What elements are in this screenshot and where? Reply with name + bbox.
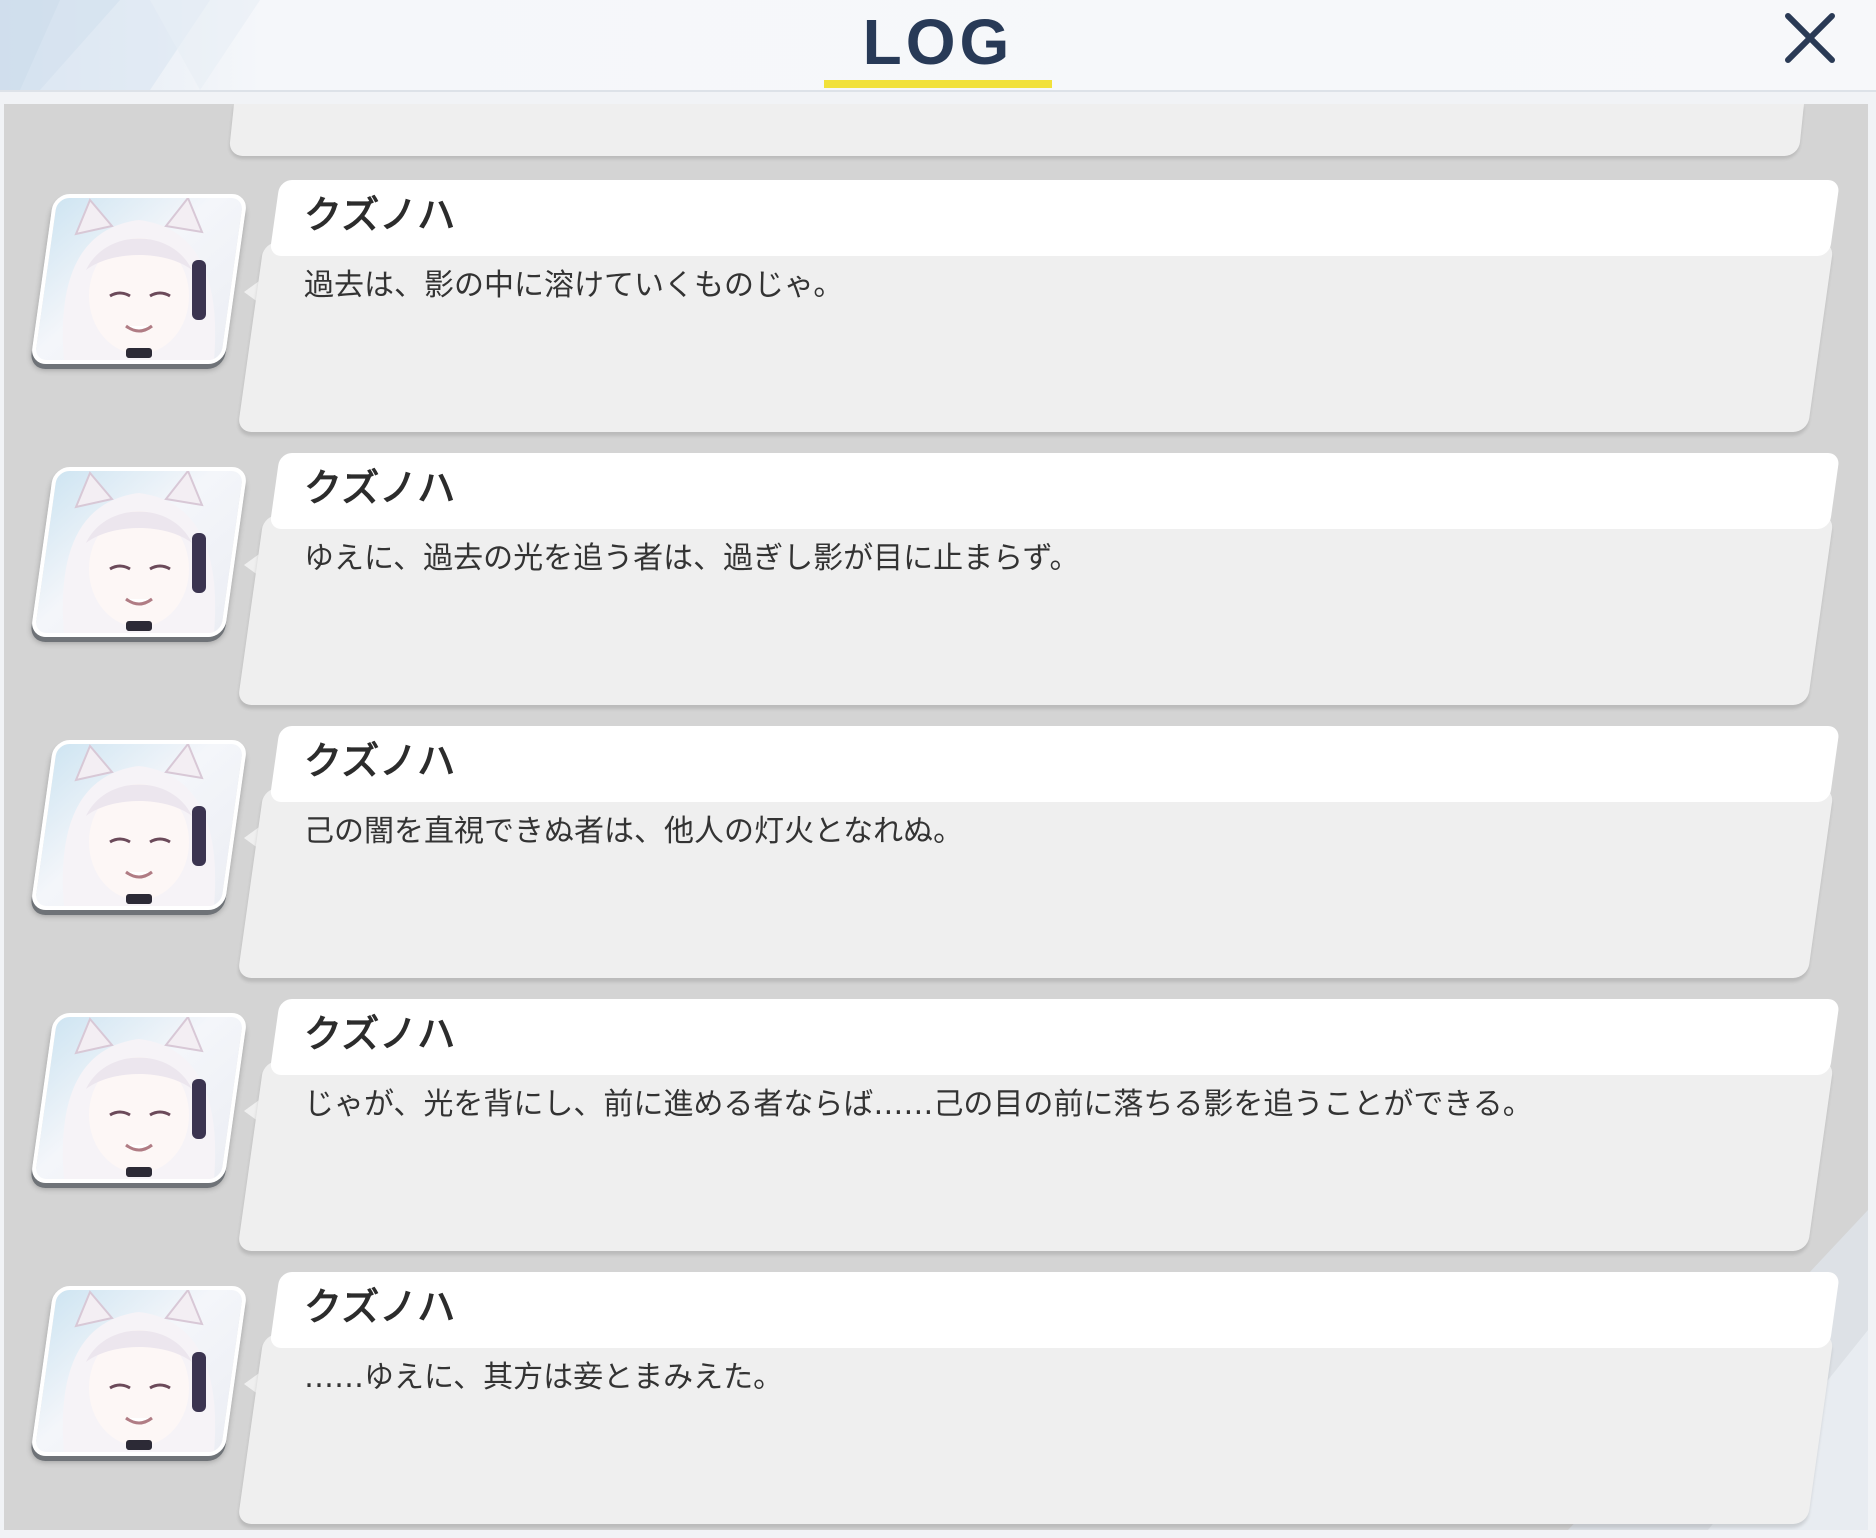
speaker-tab (269, 999, 1841, 1075)
close-icon (1785, 13, 1835, 63)
avatar (30, 1013, 248, 1183)
log-entry: クズノハ 過去は、影の中に溶けていくものじゃ。 (4, 180, 1868, 442)
speaker-name: クズノハ (304, 1012, 456, 1056)
avatar (30, 194, 248, 364)
speaker-name: クズノハ (304, 739, 456, 783)
log-list[interactable]: クズノハ 過去は、影の中に溶けていくものじゃ。 クズノハ ゆえに、過去の光を追う… (4, 104, 1868, 1530)
kuzunoha-portrait-icon (62, 198, 216, 360)
speaker-name: クズノハ (304, 1285, 456, 1329)
previous-entry-card (228, 104, 1805, 156)
kuzunoha-portrait-icon (62, 744, 216, 906)
header-decoration (0, 0, 260, 90)
page-title: LOG (862, 6, 1014, 78)
dialogue-text: ……ゆえに、其方は妾とまみえた。 (304, 1360, 784, 1395)
dialogue-text: 己の闇を直視できぬ者は、他人の灯火となれぬ。 (304, 814, 964, 849)
dialogue-text: ゆえに、過去の光を追う者は、過ぎし影が目に止まらず。 (304, 541, 1080, 576)
avatar (30, 1286, 248, 1456)
close-button[interactable] (1778, 6, 1842, 70)
log-entry: クズノハ ゆえに、過去の光を追う者は、過ぎし影が目に止まらず。 (4, 453, 1868, 715)
log-entry: クズノハ 己の闇を直視できぬ者は、他人の灯火となれぬ。 (4, 726, 1868, 988)
speaker-name: クズノハ (304, 193, 456, 237)
speaker-tab (269, 1272, 1841, 1348)
dialogue-text: 過去は、影の中に溶けていくものじゃ。 (304, 268, 844, 303)
speaker-tab (269, 180, 1841, 256)
log-header: LOG (0, 0, 1876, 92)
kuzunoha-portrait-icon (62, 1017, 216, 1179)
dialogue-text: じゃが、光を背にし、前に進める者ならば……己の目の前に落ちる影を追うことができる… (304, 1087, 1533, 1122)
kuzunoha-portrait-icon (62, 471, 216, 633)
title-underline (824, 80, 1052, 88)
speaker-name: クズノハ (304, 466, 456, 510)
log-entry: クズノハ ……ゆえに、其方は妾とまみえた。 (4, 1272, 1868, 1530)
log-entry: クズノハ じゃが、光を背にし、前に進める者ならば……己の目の前に落ちる影を追うこ… (4, 999, 1868, 1261)
speaker-tab (269, 453, 1841, 529)
kuzunoha-portrait-icon (62, 1290, 216, 1452)
avatar (30, 740, 248, 910)
speaker-tab (269, 726, 1841, 802)
avatar (30, 467, 248, 637)
